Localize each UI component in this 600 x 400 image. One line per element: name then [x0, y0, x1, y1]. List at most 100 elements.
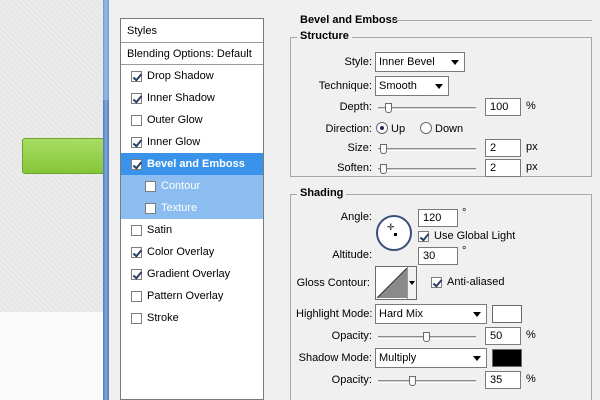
style-item-label: Stroke — [147, 312, 179, 324]
technique-select-value: Smooth — [379, 80, 417, 92]
style-item-checkbox[interactable] — [145, 180, 156, 192]
style-item-color-overlay[interactable]: Color Overlay — [121, 241, 263, 263]
highlight-opacity-input[interactable]: 50 — [485, 327, 521, 345]
technique-label: Technique: — [318, 80, 372, 92]
style-item-checkbox[interactable] — [131, 158, 142, 170]
angle-dial[interactable]: ✛ — [376, 215, 412, 251]
style-item-drop-shadow[interactable]: Drop Shadow — [121, 65, 263, 87]
size-slider[interactable] — [378, 144, 476, 154]
shadow-color-swatch[interactable] — [492, 349, 522, 367]
style-item-checkbox[interactable] — [131, 70, 142, 82]
chevron-down-icon — [473, 312, 481, 317]
divider — [392, 20, 592, 21]
technique-select[interactable]: Smooth — [375, 76, 449, 96]
depth-unit: % — [526, 100, 536, 112]
chevron-down-icon[interactable] — [407, 267, 416, 299]
styles-list: Styles Blending Options: Default Drop Sh… — [120, 18, 264, 400]
gloss-contour-picker[interactable] — [375, 266, 417, 300]
size-unit: px — [526, 141, 538, 153]
styles-header[interactable]: Styles — [121, 19, 263, 43]
style-item-label: Gradient Overlay — [147, 268, 231, 280]
highlight-mode-value: Hard Mix — [379, 308, 424, 320]
shadow-opacity-thumb[interactable] — [409, 376, 416, 386]
highlight-mode-select[interactable]: Hard Mix — [375, 304, 487, 324]
style-item-inner-shadow[interactable]: Inner Shadow — [121, 87, 263, 109]
crosshair-icon: ✛ — [387, 222, 395, 232]
highlight-color-swatch[interactable] — [492, 305, 522, 323]
shadow-opacity-slider[interactable] — [378, 376, 476, 386]
style-item-label: Inner Glow — [147, 136, 201, 148]
size-input[interactable]: 2 — [485, 139, 521, 157]
contour-curve-icon — [377, 268, 407, 298]
style-item-checkbox[interactable] — [131, 92, 142, 104]
blending-options-item[interactable]: Blending Options: Default — [121, 43, 263, 65]
chevron-down-icon — [473, 356, 481, 361]
style-item-label: Pattern Overlay — [147, 290, 224, 302]
shading-title: Shading — [297, 187, 347, 199]
soften-slider-thumb[interactable] — [380, 164, 387, 174]
panel-title: Bevel and Emboss — [300, 14, 398, 26]
depth-slider[interactable] — [378, 103, 476, 113]
highlight-opacity-slider[interactable] — [378, 332, 476, 342]
style-item-contour[interactable]: Contour — [121, 175, 263, 197]
altitude-input[interactable]: 30 — [418, 247, 458, 265]
gloss-contour-label: Gloss Contour: — [296, 277, 370, 289]
style-label: Style: — [344, 56, 372, 68]
shadow-opacity-unit: % — [526, 373, 536, 385]
style-item-checkbox[interactable] — [131, 246, 142, 258]
style-item-checkbox[interactable] — [131, 268, 142, 280]
shadow-mode-label: Shadow Mode: — [298, 352, 372, 364]
style-item-checkbox[interactable] — [131, 290, 142, 302]
style-item-satin[interactable]: Satin — [121, 219, 263, 241]
green-button-preview — [22, 138, 108, 174]
anti-aliased-option[interactable]: Anti-aliased — [431, 276, 504, 288]
style-item-texture[interactable]: Texture — [121, 197, 263, 219]
style-select[interactable]: Inner Bevel — [375, 52, 465, 72]
direction-up-radio[interactable] — [376, 122, 388, 134]
style-item-inner-glow[interactable]: Inner Glow — [121, 131, 263, 153]
global-light-checkbox[interactable] — [418, 230, 429, 242]
anti-aliased-checkbox[interactable] — [431, 276, 442, 288]
style-item-checkbox[interactable] — [131, 312, 142, 324]
soften-slider[interactable] — [378, 164, 476, 174]
style-select-value: Inner Bevel — [379, 56, 435, 68]
style-item-pattern-overlay[interactable]: Pattern Overlay — [121, 285, 263, 307]
depth-label: Depth: — [339, 101, 372, 113]
size-slider-thumb[interactable] — [380, 144, 387, 154]
style-item-label: Outer Glow — [147, 114, 203, 126]
style-item-checkbox[interactable] — [145, 202, 156, 214]
style-item-label: Satin — [147, 224, 173, 236]
angle-input[interactable]: 120 — [418, 209, 458, 227]
depth-input[interactable]: 100 — [485, 98, 521, 116]
style-item-checkbox[interactable] — [131, 224, 142, 236]
canvas-white-area — [0, 312, 108, 400]
depth-slider-thumb[interactable] — [385, 103, 392, 113]
soften-input[interactable]: 2 — [485, 159, 521, 177]
angle-dial-center — [394, 233, 397, 236]
shadow-mode-select[interactable]: Multiply — [375, 348, 487, 368]
style-item-label: Drop Shadow — [147, 70, 214, 82]
style-item-gradient-overlay[interactable]: Gradient Overlay — [121, 263, 263, 285]
direction-up-label: Up — [391, 123, 406, 135]
style-item-label: Bevel and Emboss — [147, 158, 245, 170]
chevron-down-icon — [451, 60, 459, 65]
style-item-bevel-and-emboss[interactable]: Bevel and Emboss — [121, 153, 263, 175]
style-item-stroke[interactable]: Stroke — [121, 307, 263, 329]
highlight-opacity-thumb[interactable] — [423, 332, 430, 342]
document-canvas — [0, 0, 108, 400]
angle-label: Angle: — [340, 211, 372, 223]
chevron-down-icon — [435, 84, 443, 89]
global-light-option[interactable]: Use Global Light — [418, 230, 515, 242]
style-item-label: Color Overlay — [147, 246, 215, 258]
shadow-opacity-input[interactable]: 35 — [485, 371, 521, 389]
style-item-label: Contour — [161, 180, 201, 192]
direction-down-radio[interactable] — [420, 122, 432, 134]
style-item-outer-glow[interactable]: Outer Glow — [121, 109, 263, 131]
style-item-checkbox[interactable] — [131, 114, 142, 126]
highlight-opacity-label: Opacity: — [331, 330, 372, 342]
style-item-checkbox[interactable] — [131, 136, 142, 148]
size-label: Size: — [347, 142, 372, 154]
global-light-label: Use Global Light — [434, 230, 516, 242]
direction-down-label: Down — [435, 123, 464, 135]
angle-unit: ° — [462, 207, 467, 219]
